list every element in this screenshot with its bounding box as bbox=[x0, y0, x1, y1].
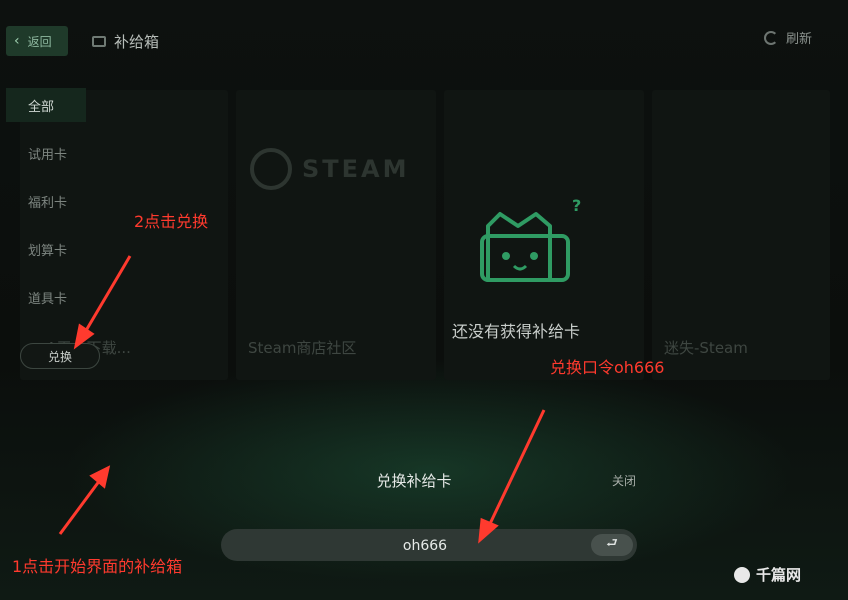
annotation-arrows bbox=[58, 255, 546, 544]
watermark-logo-icon bbox=[734, 566, 750, 583]
arrow-to-input bbox=[486, 409, 546, 529]
arrow-head bbox=[73, 323, 95, 350]
annotation-code-hint: 兑换口令oh666 bbox=[550, 358, 665, 377]
annotation-step2: 2点击兑换 bbox=[134, 212, 209, 231]
arrow-head bbox=[478, 517, 499, 544]
annotation-step1: 1点击开始界面的补给箱 bbox=[12, 557, 183, 576]
watermark: 千篇网 bbox=[734, 564, 801, 585]
arrow-to-box bbox=[58, 479, 102, 535]
arrow-head bbox=[89, 465, 111, 489]
arrow-to-redeem bbox=[82, 255, 132, 335]
